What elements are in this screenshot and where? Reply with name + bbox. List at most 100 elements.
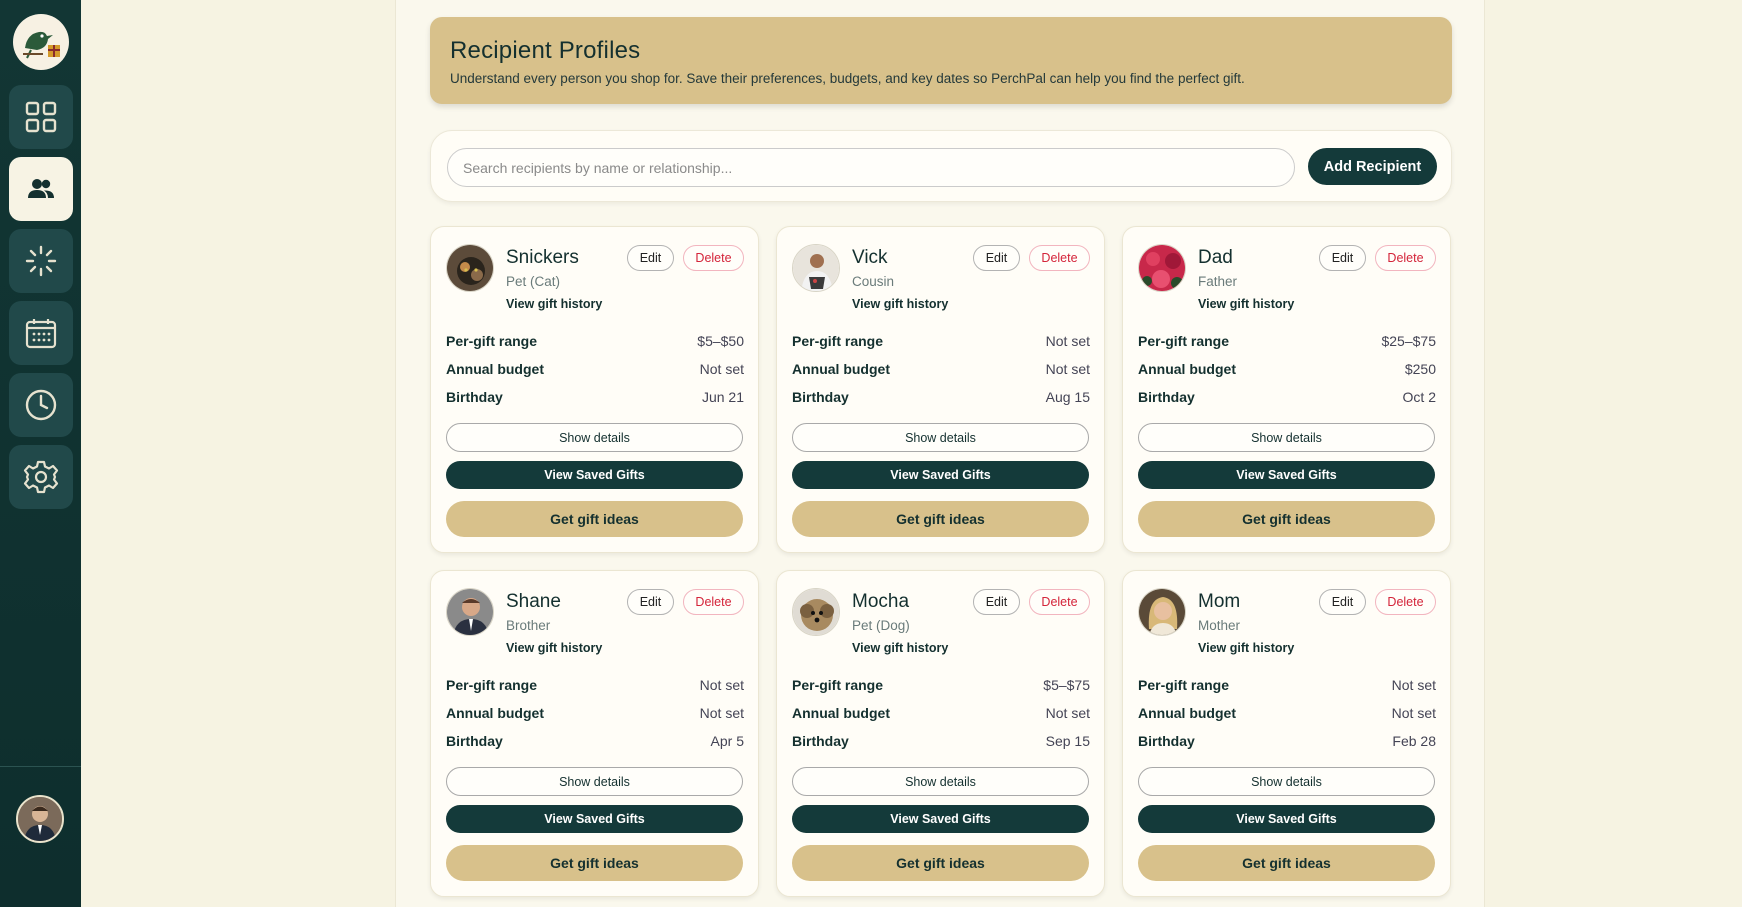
view-gift-history-link[interactable]: View gift history <box>852 641 948 655</box>
edit-button[interactable]: Edit <box>627 589 674 615</box>
delete-button[interactable]: Delete <box>1029 589 1090 615</box>
recipient-stats: Per-gift range $25–$75 Annual budget $250 … <box>1138 333 1436 417</box>
annual-budget-row: Annual budget Not set <box>446 705 744 733</box>
show-details-button[interactable]: Show details <box>792 767 1089 796</box>
recipient-relationship: Pet (Cat) <box>506 274 561 289</box>
view-gift-history-link[interactable]: View gift history <box>852 297 948 311</box>
calendar-icon <box>25 319 56 349</box>
get-gift-ideas-button[interactable]: Get gift ideas <box>446 501 743 537</box>
birthday-row: Birthday Apr 5 <box>446 733 744 761</box>
per-gift-value: Not set <box>1045 333 1090 349</box>
recipient-avatar <box>792 244 840 292</box>
recipient-card: Mom Mother View gift history Edit Delete… <box>1122 570 1451 897</box>
birthday-row: Birthday Jun 21 <box>446 389 744 417</box>
birthday-label: Birthday <box>1138 389 1195 405</box>
annual-budget-row: Annual budget Not set <box>1138 705 1436 733</box>
delete-button[interactable]: Delete <box>1375 589 1436 615</box>
delete-button[interactable]: Delete <box>683 589 744 615</box>
annual-budget-value: Not set <box>1391 705 1436 721</box>
view-gift-history-link[interactable]: View gift history <box>506 297 602 311</box>
nav-recipients[interactable] <box>8 157 73 221</box>
birthday-label: Birthday <box>1138 733 1195 749</box>
get-gift-ideas-button[interactable]: Get gift ideas <box>1138 845 1435 881</box>
annual-budget-row: Annual budget Not set <box>446 361 744 389</box>
recipient-avatar <box>1138 244 1186 292</box>
annual-budget-row: Annual budget $250 <box>1138 361 1436 389</box>
nav-dashboard[interactable] <box>8 85 73 149</box>
view-gift-history-link[interactable]: View gift history <box>506 641 602 655</box>
edit-button[interactable]: Edit <box>627 245 674 271</box>
per-gift-label: Per-gift range <box>1138 333 1230 349</box>
user-avatar[interactable] <box>16 795 64 843</box>
per-gift-label: Per-gift range <box>446 677 538 693</box>
show-details-button[interactable]: Show details <box>1138 423 1435 452</box>
view-saved-gifts-button[interactable]: View Saved Gifts <box>446 461 743 489</box>
delete-button[interactable]: Delete <box>683 245 744 271</box>
birthday-row: Birthday Oct 2 <box>1138 389 1436 417</box>
birthday-value: Jun 21 <box>701 389 744 405</box>
view-saved-gifts-button[interactable]: View Saved Gifts <box>1138 461 1435 489</box>
add-recipient-button[interactable]: Add Recipient <box>1308 148 1437 185</box>
annual-budget-label: Annual budget <box>1138 361 1236 377</box>
get-gift-ideas-button[interactable]: Get gift ideas <box>792 845 1089 881</box>
annual-budget-label: Annual budget <box>446 705 544 721</box>
view-gift-history-link[interactable]: View gift history <box>1198 297 1294 311</box>
recipient-name: Dad <box>1198 247 1233 268</box>
view-saved-gifts-button[interactable]: View Saved Gifts <box>1138 805 1435 833</box>
edit-button[interactable]: Edit <box>973 245 1020 271</box>
recipient-avatar <box>1138 588 1186 636</box>
nav-settings[interactable] <box>8 445 73 509</box>
birthday-value: Sep 15 <box>1045 733 1090 749</box>
delete-button[interactable]: Delete <box>1375 245 1436 271</box>
view-gift-history-link[interactable]: View gift history <box>1198 641 1294 655</box>
view-saved-gifts-button[interactable]: View Saved Gifts <box>792 461 1089 489</box>
birthday-row: Birthday Aug 15 <box>792 389 1090 417</box>
show-details-button[interactable]: Show details <box>1138 767 1435 796</box>
annual-budget-label: Annual budget <box>792 705 890 721</box>
recipient-stats: Per-gift range Not set Annual budget Not s… <box>1138 677 1436 761</box>
birthday-row: Birthday Feb 28 <box>1138 733 1436 761</box>
view-saved-gifts-button[interactable]: View Saved Gifts <box>792 805 1089 833</box>
birthday-value: Oct 2 <box>1402 389 1436 405</box>
recipient-stats: Per-gift range Not set Annual budget Not s… <box>446 677 744 761</box>
grid-icon <box>25 101 56 133</box>
recipient-stats: Per-gift range Not set Annual budget Not s… <box>792 333 1090 417</box>
per-gift-value: $5–$75 <box>1043 677 1090 693</box>
recipient-relationship: Mother <box>1198 618 1241 633</box>
spark-icon <box>25 245 56 277</box>
per-gift-row: Per-gift range Not set <box>446 677 744 705</box>
annual-budget-label: Annual budget <box>1138 705 1236 721</box>
edit-button[interactable]: Edit <box>973 589 1020 615</box>
get-gift-ideas-button[interactable]: Get gift ideas <box>446 845 743 881</box>
nav-calendar[interactable] <box>8 301 73 365</box>
recipient-relationship: Pet (Dog) <box>852 618 910 633</box>
show-details-button[interactable]: Show details <box>446 767 743 796</box>
annual-budget-value: Not set <box>1045 705 1090 721</box>
show-details-button[interactable]: Show details <box>446 423 743 452</box>
edit-button[interactable]: Edit <box>1319 589 1366 615</box>
per-gift-value: Not set <box>1391 677 1436 693</box>
edit-button[interactable]: Edit <box>1319 245 1366 271</box>
birthday-value: Aug 15 <box>1045 389 1090 405</box>
per-gift-row: Per-gift range $25–$75 <box>1138 333 1436 361</box>
show-details-button[interactable]: Show details <box>792 423 1089 452</box>
get-gift-ideas-button[interactable]: Get gift ideas <box>1138 501 1435 537</box>
recipient-name: Shane <box>506 591 561 612</box>
per-gift-value: $5–$50 <box>697 333 744 349</box>
annual-budget-label: Annual budget <box>792 361 890 377</box>
bird-logo-icon[interactable] <box>12 14 69 70</box>
page-subtitle: Understand every person you shop for. Sa… <box>450 71 1245 86</box>
per-gift-label: Per-gift range <box>792 333 884 349</box>
nav-ideas[interactable] <box>8 229 73 293</box>
recipient-name: Mocha <box>852 591 910 612</box>
search-input[interactable] <box>447 148 1295 187</box>
nav-history[interactable] <box>8 373 73 437</box>
per-gift-row: Per-gift range $5–$50 <box>446 333 744 361</box>
view-saved-gifts-button[interactable]: View Saved Gifts <box>446 805 743 833</box>
get-gift-ideas-button[interactable]: Get gift ideas <box>792 501 1089 537</box>
recipient-name: Snickers <box>506 247 579 268</box>
birthday-value: Feb 28 <box>1392 733 1436 749</box>
delete-button[interactable]: Delete <box>1029 245 1090 271</box>
birthday-label: Birthday <box>792 389 849 405</box>
birthday-label: Birthday <box>792 733 849 749</box>
